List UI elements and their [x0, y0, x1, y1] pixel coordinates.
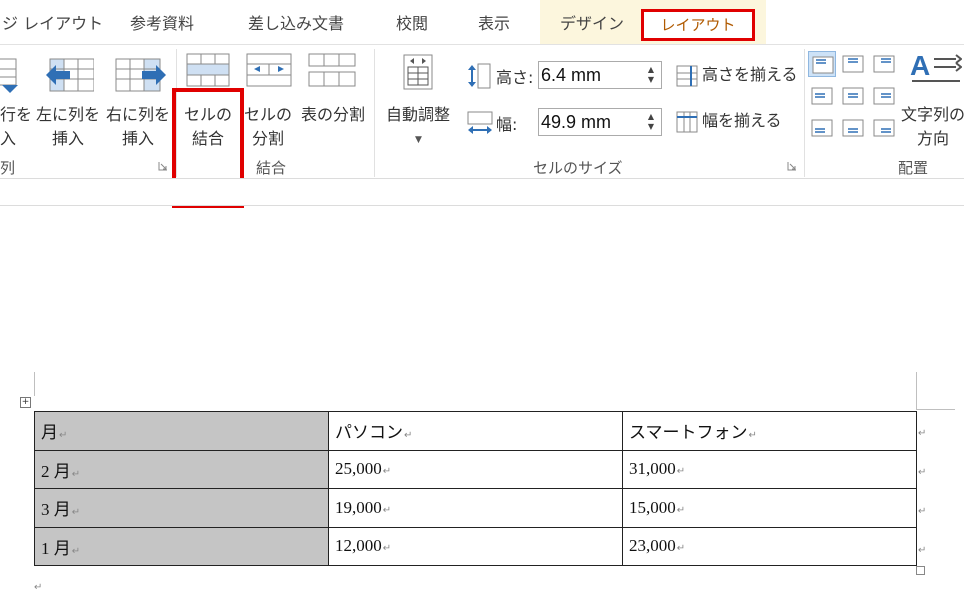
align-middle-right-button[interactable] [870, 83, 898, 109]
align-middle-right-icon [873, 87, 895, 105]
align-top-center-icon [842, 55, 864, 73]
end-of-row-mark: ↵ [918, 545, 927, 556]
split-cells-icon [246, 53, 292, 87]
table-cell[interactable]: 12,000↵ [328, 526, 623, 566]
group-separator [374, 49, 375, 177]
table-cell[interactable]: 1 月↵ [34, 526, 329, 566]
dialog-launcher-icon[interactable] [787, 161, 797, 171]
margin-corner-mark [34, 372, 35, 396]
insert-below-icon [0, 58, 18, 93]
autofit-icon [403, 54, 433, 90]
align-middle-center-icon [842, 87, 864, 105]
table-cell[interactable]: 19,000↵ [328, 488, 623, 528]
tab-references[interactable]: 参考資料 [130, 0, 194, 44]
group-label-cell-size: セルのサイズ [533, 159, 623, 177]
align-top-right-icon [873, 55, 895, 73]
table-cell[interactable]: パソコン↵ [328, 411, 623, 451]
tab-page-layout[interactable]: ジ レイアウト [2, 0, 103, 44]
insert-right-button[interactable]: 右に列を 挿入 [104, 53, 172, 153]
dialog-launcher-icon[interactable] [158, 161, 168, 171]
svg-text:A: A [910, 50, 930, 81]
row-height-spinner[interactable]: ▲▼ [538, 61, 662, 89]
tab-design[interactable]: デザイン [560, 0, 624, 44]
autofit-button[interactable]: 自動調整 ▼ [378, 45, 458, 157]
width-label: 幅: [496, 115, 518, 134]
insert-left-button[interactable]: 左に列を 挿入 [34, 53, 102, 153]
insert-left-icon [46, 58, 94, 92]
column-width-icon [467, 111, 493, 134]
margin-corner-mark [917, 409, 955, 410]
align-bottom-left-button[interactable] [808, 115, 836, 141]
group-label-rows-columns: 列 [0, 159, 16, 177]
paragraph-mark: ↵ [34, 582, 43, 593]
table-row: 2 月↵ 25,000↵ 31,000↵ [34, 449, 917, 489]
align-bottom-right-icon [873, 119, 895, 137]
text-direction-icon: A [910, 50, 962, 82]
table-cell[interactable]: スマートフォン↵ [622, 411, 917, 451]
ribbon-tab-bar: ジ レイアウト 参考資料 差し込み文書 校閲 表示 デザイン レイアウト [0, 0, 964, 44]
table-cell[interactable]: 月↵ [34, 411, 329, 451]
align-middle-left-button[interactable] [808, 83, 836, 109]
insert-right-icon [115, 58, 166, 92]
align-top-center-button[interactable] [839, 51, 867, 77]
split-table-icon [308, 53, 356, 87]
align-top-left-icon [812, 56, 834, 74]
margin-corner-mark [916, 372, 917, 410]
merge-cells-icon [186, 53, 230, 87]
table-row: 3 月↵ 19,000↵ 15,000↵ [34, 488, 917, 528]
split-cells-button[interactable]: セルの 分割 [242, 45, 294, 157]
align-bottom-center-icon [842, 119, 864, 137]
align-bottom-left-icon [811, 119, 833, 137]
split-table-button[interactable]: 表の分割 [294, 45, 372, 157]
dropdown-arrow-icon: ▼ [415, 135, 422, 145]
align-bottom-right-button[interactable] [870, 115, 898, 141]
ribbon-bottom-strip [0, 178, 964, 206]
spinner-arrows-icon[interactable]: ▲ ▼ [645, 65, 657, 85]
distribute-rows-icon [676, 65, 698, 87]
row-height-icon [468, 63, 491, 89]
column-width-input[interactable] [541, 111, 641, 133]
end-of-row-mark: ↵ [918, 428, 927, 439]
distribute-rows-button[interactable]: 高さを揃える [676, 63, 800, 89]
align-top-left-button[interactable] [808, 51, 836, 77]
text-direction-button[interactable]: A 文字列の 方向 [898, 45, 964, 157]
table-cell[interactable]: 23,000↵ [622, 526, 917, 566]
table-resize-handle[interactable] [916, 566, 925, 575]
group-label-alignment: 配置 [898, 159, 929, 177]
spinner-arrows-icon[interactable]: ▲ ▼ [645, 112, 657, 132]
document-table: 月↵ パソコン↵ スマートフォン↵ 2 月↵ 25,000↵ 31,000↵ 3… [34, 411, 917, 566]
ribbon-panel: 行を 入 左に列を 挿入 右に列を 挿入 列 セルの 結合 セルの 分割 表の分… [0, 44, 964, 208]
table-cell[interactable]: 31,000↵ [622, 449, 917, 489]
row-height-input[interactable] [541, 64, 641, 86]
align-bottom-center-button[interactable] [839, 115, 867, 141]
table-row: 1 月↵ 12,000↵ 23,000↵ [34, 526, 917, 566]
align-middle-left-icon [811, 87, 833, 105]
table-cell[interactable]: 2 月↵ [34, 449, 329, 489]
group-label-merge: 結合 [256, 159, 287, 177]
table-cell[interactable]: 25,000↵ [328, 449, 623, 489]
table-cell[interactable]: 3 月↵ [34, 488, 329, 528]
align-top-right-button[interactable] [870, 51, 898, 77]
insert-below-button[interactable]: 行を 入 [0, 53, 32, 153]
height-label: 高さ: [496, 68, 534, 87]
distribute-columns-icon [676, 111, 698, 133]
table-move-handle[interactable]: + [20, 397, 31, 408]
tab-layout[interactable]: レイアウト [641, 9, 755, 41]
tab-view[interactable]: 表示 [478, 0, 510, 44]
end-of-row-mark: ↵ [918, 467, 927, 478]
align-middle-center-button[interactable] [839, 83, 867, 109]
tab-mailings[interactable]: 差し込み文書 [248, 0, 344, 44]
distribute-columns-button[interactable]: 幅を揃える [676, 109, 800, 135]
table-cell[interactable]: 15,000↵ [622, 488, 917, 528]
table-row: 月↵ パソコン↵ スマートフォン↵ [34, 411, 917, 451]
tab-review[interactable]: 校閲 [396, 0, 428, 44]
column-width-spinner[interactable]: ▲▼ [538, 108, 662, 136]
group-separator [804, 49, 805, 177]
end-of-row-mark: ↵ [918, 506, 927, 517]
